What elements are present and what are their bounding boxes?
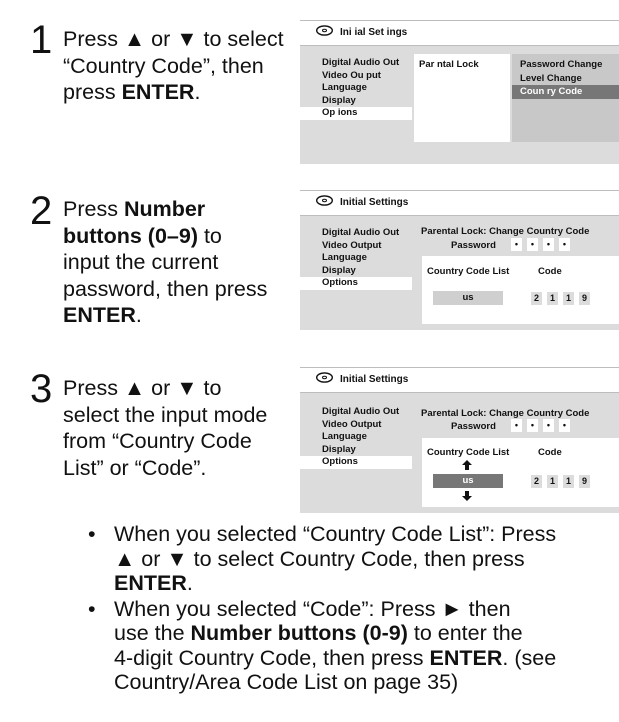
- text-line: password, then press: [63, 276, 268, 301]
- text-line: When you selected “Country Code List”: P…: [114, 522, 557, 546]
- text-line: When you selected “Code”: Press ► then: [114, 596, 511, 621]
- code-digit-2[interactable]: 1: [547, 475, 558, 488]
- step-3-text: Press ▲ or ▼ to select the input mode from…: [63, 375, 295, 481]
- menu-item-digital-audio-out[interactable]: Digital Audio Out: [300, 57, 412, 70]
- code-digit-4[interactable]: 9: [579, 292, 590, 305]
- bullet-icon: •: [88, 522, 96, 546]
- screen-title: Initial Settings: [340, 374, 409, 385]
- password-label: Password: [451, 240, 496, 251]
- parental-lock-heading: Parental Lock: Change Country Code: [421, 408, 590, 419]
- menu-item-digital-audio-out[interactable]: Digital Audio Out: [300, 227, 412, 240]
- menu-item-display[interactable]: Display: [300, 95, 412, 108]
- menu-item-video-output[interactable]: Video Output: [300, 419, 412, 432]
- password-digit-1: •: [511, 238, 522, 251]
- bold-text: Number buttons (0-9): [190, 621, 408, 645]
- step-3-number: 3: [30, 367, 53, 411]
- panel-select-input-mode: Initial Settings Digital Audio Out Video…: [300, 367, 619, 513]
- bold-text: ENTER: [429, 645, 503, 670]
- country-code-list-label[interactable]: Country Code List: [427, 447, 509, 458]
- country-selector[interactable]: us: [433, 291, 503, 305]
- text-line: ENTER.: [63, 303, 142, 327]
- submenu-parental-lock[interactable]: Par ntal Lock: [419, 59, 479, 70]
- arrow-down-icon[interactable]: [462, 491, 472, 501]
- option-level-change[interactable]: Level Change: [520, 73, 582, 84]
- disc-icon: [316, 372, 333, 383]
- option-country-code[interactable]: Coun ry Code: [512, 85, 619, 99]
- menu-item-display[interactable]: Display: [300, 444, 412, 457]
- notes-list: • When you selected “Country Code List”:…: [88, 522, 593, 696]
- password-digit-3: •: [543, 419, 554, 432]
- text-line: 4-digit Country Code, then press ENTER. …: [114, 645, 557, 670]
- step-2-number: 2: [30, 189, 53, 233]
- text-line: select the input mode: [63, 402, 268, 427]
- disc-icon: [316, 195, 333, 206]
- password-digit-1: •: [511, 419, 522, 432]
- menu-item-options[interactable]: Op ions: [300, 107, 412, 120]
- text-line: Press ▲ or ▼ to select: [63, 27, 284, 51]
- text-line: Press ▲ or ▼ to: [63, 376, 222, 400]
- bold-text: ENTER: [121, 80, 195, 104]
- code-digit-1[interactable]: 2: [531, 475, 542, 488]
- code-digit-2[interactable]: 1: [547, 292, 558, 305]
- menu-item-options[interactable]: Options: [300, 277, 412, 290]
- text-line: ▲ or ▼ to select Country Code, then pres…: [114, 546, 525, 571]
- title-bar: Initial Settings: [300, 367, 619, 393]
- text-line: ENTER.: [114, 571, 193, 595]
- text-line: “Country Code”, then: [63, 53, 264, 78]
- menu-item-digital-audio-out[interactable]: Digital Audio Out: [300, 406, 412, 419]
- menu-item-language[interactable]: Language: [300, 252, 412, 265]
- step-1-number: 1: [30, 18, 53, 62]
- code-label[interactable]: Code: [538, 447, 562, 458]
- title-bar: Ini ial Set ings: [300, 20, 619, 46]
- text-line: List” or “Code”.: [63, 455, 207, 480]
- settings-menu: Digital Audio Out Video Output Language …: [300, 406, 412, 469]
- menu-item-display[interactable]: Display: [300, 265, 412, 278]
- option-password-change[interactable]: Password Change: [520, 59, 602, 70]
- step-2-text: Press Number buttons (0–9) to input the cu…: [63, 196, 295, 329]
- text-line: use the Number buttons (0-9) to enter th…: [114, 621, 523, 645]
- settings-menu: Digital Audio Out Video Ou put Language …: [300, 57, 412, 120]
- code-digit-3[interactable]: 1: [563, 475, 574, 488]
- code-digit-4[interactable]: 9: [579, 475, 590, 488]
- bullet-icon: •: [88, 596, 96, 621]
- bold-text: ENTER: [114, 571, 187, 595]
- password-digit-4: •: [559, 238, 570, 251]
- screen-title: Ini ial Set ings: [340, 27, 408, 38]
- password-digit-2: •: [527, 419, 538, 432]
- text-line: Country/Area Code List on page 35): [114, 670, 459, 694]
- text-line: press ENTER.: [63, 80, 201, 104]
- arrow-up-icon[interactable]: [462, 460, 472, 470]
- menu-item-language[interactable]: Language: [300, 431, 412, 444]
- step-1-text: Press ▲ or ▼ to select “Country Code”, th…: [63, 26, 295, 106]
- disc-icon: [316, 25, 333, 36]
- bold-text: buttons (0–9): [63, 223, 198, 248]
- menu-item-video-output[interactable]: Video Output: [300, 240, 412, 253]
- panel-initial-settings-country-code-menu: Ini ial Set ings Digital Audio Out Video…: [300, 20, 619, 164]
- menu-item-language[interactable]: Language: [300, 82, 412, 95]
- note-code: • When you selected “Code”: Press ► then…: [88, 597, 593, 695]
- text-line: buttons (0–9) to: [63, 223, 222, 248]
- screen-title: Initial Settings: [340, 197, 409, 208]
- password-digit-4: •: [559, 419, 570, 432]
- code-digit-3[interactable]: 1: [563, 292, 574, 305]
- menu-item-options[interactable]: Options: [300, 456, 412, 469]
- note-country-code-list: • When you selected “Country Code List”:…: [88, 522, 593, 596]
- password-label: Password: [451, 421, 496, 432]
- panel-change-country-code: Initial Settings Digital Audio Out Video…: [300, 190, 619, 330]
- password-digit-2: •: [527, 238, 538, 251]
- password-digit-3: •: [543, 238, 554, 251]
- code-label[interactable]: Code: [538, 266, 562, 277]
- menu-item-video-output[interactable]: Video Ou put: [300, 70, 412, 83]
- text-line: Press Number: [63, 197, 206, 221]
- country-code-list-label[interactable]: Country Code List: [427, 266, 509, 277]
- bold-text: Number: [123, 197, 206, 221]
- text-line: from “Country Code: [63, 429, 252, 453]
- country-selector[interactable]: us: [433, 474, 503, 488]
- text-line: input the current: [63, 250, 219, 274]
- parental-lock-heading: Parental Lock: Change Country Code: [421, 226, 590, 237]
- title-bar: Initial Settings: [300, 190, 619, 216]
- code-digit-1[interactable]: 2: [531, 292, 542, 305]
- bold-text: ENTER: [63, 303, 136, 327]
- settings-menu: Digital Audio Out Video Output Language …: [300, 227, 412, 290]
